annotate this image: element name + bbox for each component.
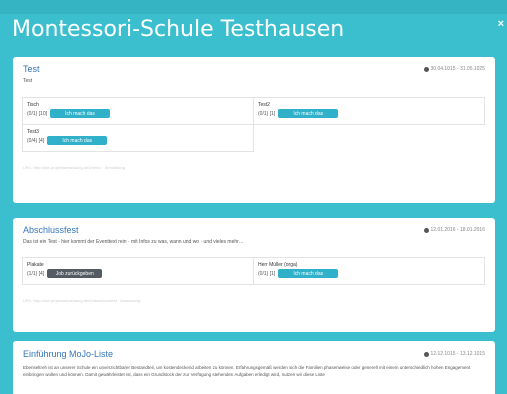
slot-grid: Tisch (0/1) [10] Ich mach das Test2 (0/1…: [22, 97, 485, 152]
take-job-button[interactable]: Ich mach das: [278, 109, 339, 118]
clock-icon: [423, 66, 429, 72]
slot-count: (0/1) [1]: [258, 270, 276, 277]
event-card: Einführung MoJo-Liste 12.12.1015 - 13.12…: [13, 341, 495, 394]
event-date-text: 12.12.1015 - 13.12.1015: [430, 351, 486, 357]
slot-cell: Test3 (0/4) [4] Ich mach das: [22, 124, 254, 152]
slot-name: Test2: [258, 102, 270, 108]
event-date: 12.01.2016 - 18.01.2016: [423, 227, 486, 233]
slot-cell: Herr Müller (orga) (0/1) [1] Ich mach da…: [253, 257, 485, 285]
slot-name: Herr Müller (orga): [258, 262, 298, 268]
take-job-button[interactable]: Ich mach das: [47, 136, 108, 145]
clock-icon: [423, 351, 429, 357]
slot-name: Tisch: [27, 102, 39, 108]
event-card: Abschlussfest 12.01.2016 - 18.01.2016 Da…: [13, 218, 495, 332]
event-title[interactable]: Abschlussfest: [23, 225, 79, 235]
top-strip: [0, 0, 507, 14]
event-description: Das ist ein Test · hier kommt der Eventt…: [23, 239, 244, 245]
return-job-button[interactable]: Job zurückgeben: [47, 269, 103, 278]
event-text: Ebenseltreh ist an unserer Schule ein un…: [23, 365, 471, 377]
event-card: Test 30.04.1015 - 31.05.1025 Test Tisch …: [13, 57, 495, 203]
slot-grid: Plakate (1/1) [4] Job zurückgeben Herr M…: [22, 257, 485, 285]
event-date-text: 30.04.1015 - 31.05.1025: [430, 66, 486, 72]
slot-count: (0/4) [4]: [27, 137, 45, 144]
slot-cell: Tisch (0/1) [10] Ich mach das: [22, 97, 254, 125]
slot-cell: Test2 (0/1) [1] Ich mach das: [253, 97, 485, 125]
page-title: Montessori-Schule Testhausen: [12, 17, 345, 42]
slot-count: (0/1) [1]: [258, 110, 276, 117]
event-date-text: 12.01.2016 - 18.01.2016: [430, 227, 486, 233]
take-job-button[interactable]: Ich mach das: [50, 109, 111, 118]
close-icon[interactable]: ×: [498, 18, 504, 30]
slot-name: Test3: [27, 129, 39, 135]
event-title[interactable]: Einführung MoJo-Liste: [23, 349, 113, 359]
slot-cell: Plakate (1/1) [4] Job zurückgeben: [22, 257, 254, 285]
slot-name: Plakate: [27, 262, 44, 268]
slot-count: (1/1) [4]: [27, 270, 45, 277]
event-footer: URL: http://site-projektanmeldung.de/#/a…: [23, 298, 141, 303]
slot-count: (0/1) [10]: [27, 110, 48, 117]
event-title[interactable]: Test: [23, 64, 40, 74]
clock-icon: [423, 227, 429, 233]
event-date: 30.04.1015 - 31.05.1025: [423, 66, 486, 72]
take-job-button[interactable]: Ich mach das: [278, 269, 339, 278]
event-footer: URL: http://site-projektanmeldung.de/#/t…: [23, 165, 125, 170]
event-description: Test: [23, 78, 33, 84]
event-date: 12.12.1015 - 13.12.1015: [423, 351, 486, 357]
